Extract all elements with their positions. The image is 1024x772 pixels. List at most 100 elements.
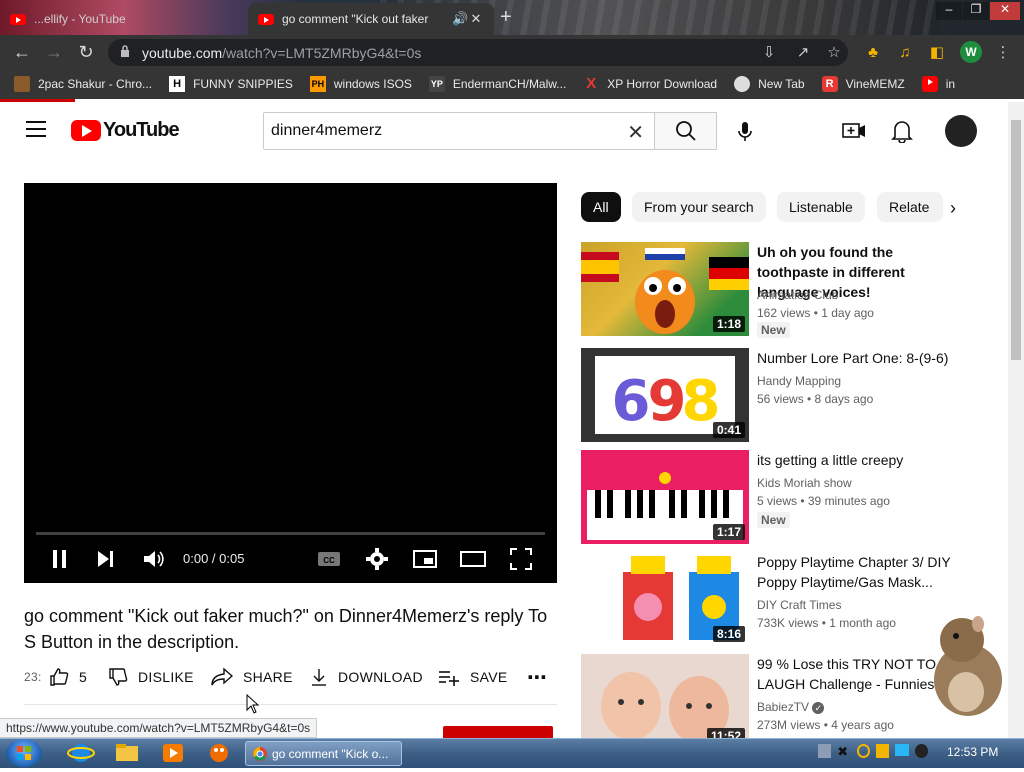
settings-gear-icon[interactable] [365, 547, 389, 571]
folder-tray-icon[interactable] [876, 744, 890, 758]
bookmark-item[interactable]: 2pac Shakur - Chro... [14, 76, 152, 92]
chevron-right-icon[interactable]: › [950, 198, 956, 219]
captions-icon[interactable]: CC [317, 547, 341, 571]
theater-mode-icon[interactable] [460, 547, 486, 571]
share-page-icon[interactable]: ↗ [794, 44, 812, 62]
channel-name[interactable]: DIY Craft Times [757, 596, 841, 614]
system-tray: ✖ [818, 744, 928, 762]
scrollbar-thumb[interactable] [1011, 120, 1021, 360]
video-progress-bar[interactable] [36, 532, 545, 535]
install-app-icon[interactable]: ⇩ [760, 44, 778, 62]
share-button[interactable]: SHARE [211, 664, 293, 690]
close-window-button[interactable]: ✕ [990, 2, 1020, 20]
search-button[interactable] [654, 112, 717, 150]
video-duration: 1:18 [712, 316, 745, 332]
taskbar-clock[interactable]: 12:53 PM [947, 745, 998, 759]
video-title[interactable]: Number Lore Part One: 8-(9-6) [757, 348, 967, 368]
next-video-icon[interactable] [96, 547, 116, 571]
file-explorer-icon[interactable] [112, 741, 142, 765]
svg-text:6: 6 [612, 369, 651, 434]
clear-search-icon[interactable]: ✕ [627, 120, 644, 145]
maximize-button[interactable]: ❐ [963, 2, 989, 20]
channel-name[interactable]: Handy Mapping [757, 372, 841, 390]
start-button[interactable] [6, 739, 42, 767]
video-thumbnail[interactable]: 698 0:41 [581, 348, 749, 442]
tab-active[interactable]: go comment "Kick out faker 🔊 ✕ [248, 3, 494, 35]
bookmark-item[interactable]: H FUNNY SNIPPIES [169, 76, 293, 92]
side-panel-icon[interactable]: ◧ [928, 44, 946, 62]
address-bar[interactable]: youtube.com/watch?v=LMT5ZMRbyG4&t=0s [108, 39, 848, 66]
youtube-favicon-icon [10, 13, 26, 25]
media-control-icon[interactable]: ♫ [896, 44, 914, 62]
speaker-icon[interactable]: 🔊 [452, 11, 468, 27]
bookmark-star-icon[interactable]: ☆ [825, 44, 843, 62]
network-tray-icon[interactable] [818, 744, 832, 758]
h-logo-icon: H [169, 76, 186, 92]
hamburger-menu-icon[interactable] [26, 121, 46, 137]
chip-listenable[interactable]: Listenable [777, 192, 865, 222]
dislike-button[interactable]: DISLIKE [108, 664, 194, 690]
minimize-button[interactable]: – [936, 2, 962, 20]
video-title[interactable]: its getting a little creepy [757, 450, 967, 470]
extensions-icon[interactable]: ♣ [864, 44, 882, 62]
notifications-bell-icon[interactable] [891, 119, 913, 143]
youtube-logo[interactable]: YouTube [71, 119, 180, 142]
channel-avatar[interactable] [945, 115, 977, 147]
video-thumbnail[interactable]: 1:18 [581, 242, 749, 336]
like-button[interactable]: 5 [49, 664, 87, 690]
chrome-menu-icon[interactable]: ⋮ [994, 44, 1012, 62]
bookmarks-bar: 2pac Shakur - Chro... H FUNNY SNIPPIES PH… [0, 69, 1024, 99]
chip-related[interactable]: Relate [877, 192, 943, 222]
search-value: dinner4memerz [271, 122, 383, 139]
save-button[interactable]: SAVE [438, 664, 508, 690]
miniplayer-icon[interactable] [413, 547, 437, 571]
chrome-taskbar-button[interactable]: go comment "Kick o... [245, 741, 402, 766]
channel-name-verified[interactable]: BabiezTV ✓ [757, 698, 825, 716]
fullscreen-icon[interactable] [509, 547, 533, 571]
bookmark-item[interactable]: in [921, 76, 955, 92]
recommendation-item[interactable]: 1:17 its getting a little creepy Kids Mo… [581, 450, 1001, 544]
new-tab-button[interactable]: + [500, 6, 512, 29]
microphone-icon[interactable] [737, 121, 753, 143]
chip-from-your-search[interactable]: From your search [632, 192, 766, 222]
search-input[interactable]: dinner4memerz ✕ [263, 112, 655, 150]
pause-icon[interactable] [50, 547, 70, 571]
video-title[interactable]: Poppy Playtime Chapter 3/ DIY Poppy Play… [757, 552, 967, 592]
create-video-icon[interactable] [842, 120, 866, 142]
bookmark-item[interactable]: PH windows ISOS [309, 76, 412, 92]
internet-explorer-icon[interactable] [66, 741, 96, 765]
bookmark-item[interactable]: R VineMEMZ [821, 76, 905, 92]
bookmark-item[interactable]: New Tab [734, 76, 805, 92]
chip-all[interactable]: All [581, 192, 621, 222]
video-thumbnail[interactable]: 8:16 [581, 552, 749, 646]
lock-icon [121, 45, 129, 57]
forward-arrow-icon[interactable]: → [44, 42, 64, 62]
pen-tray-icon[interactable]: ✖ [837, 744, 850, 759]
video-thumbnail[interactable]: 1:17 [581, 450, 749, 544]
recommendation-item[interactable]: 698 0:41 Number Lore Part One: 8-(9-6) H… [581, 348, 1001, 442]
media-player-icon[interactable] [158, 741, 188, 765]
speaker-tray-icon[interactable] [914, 744, 928, 758]
divider [24, 704, 557, 705]
bookmark-item[interactable]: YP EndermanCH/Malw... [428, 76, 566, 92]
more-actions-icon[interactable]: ⋯ [527, 664, 547, 690]
page-scrollbar[interactable] [1008, 102, 1024, 738]
video-thumbnail[interactable]: 11:52 [581, 654, 749, 738]
bookmark-item[interactable]: X XP Horror Download [583, 76, 717, 92]
video-player[interactable] [24, 183, 557, 583]
profile-avatar[interactable]: W [960, 41, 982, 63]
recommendation-item[interactable]: 1:18 Uh oh you found the toothpaste in d… [581, 242, 1001, 338]
share-arrow-icon [211, 667, 233, 686]
volume-icon[interactable] [142, 547, 166, 571]
search-tray-icon[interactable] [856, 744, 871, 758]
tab-inactive[interactable]: ...ellify - YouTube [0, 3, 246, 35]
close-tab-icon[interactable]: ✕ [468, 11, 484, 27]
download-button[interactable]: DOWNLOAD [310, 664, 423, 690]
channel-name[interactable]: Kids Moriah show [757, 474, 852, 492]
reload-icon[interactable]: ↻ [76, 42, 96, 62]
back-arrow-icon[interactable]: ← [12, 42, 32, 62]
channel-name[interactable]: Animation Club [757, 286, 838, 304]
display-tray-icon[interactable] [895, 744, 909, 756]
paint-app-icon[interactable] [204, 741, 234, 765]
url-host: youtube.com [142, 45, 223, 61]
